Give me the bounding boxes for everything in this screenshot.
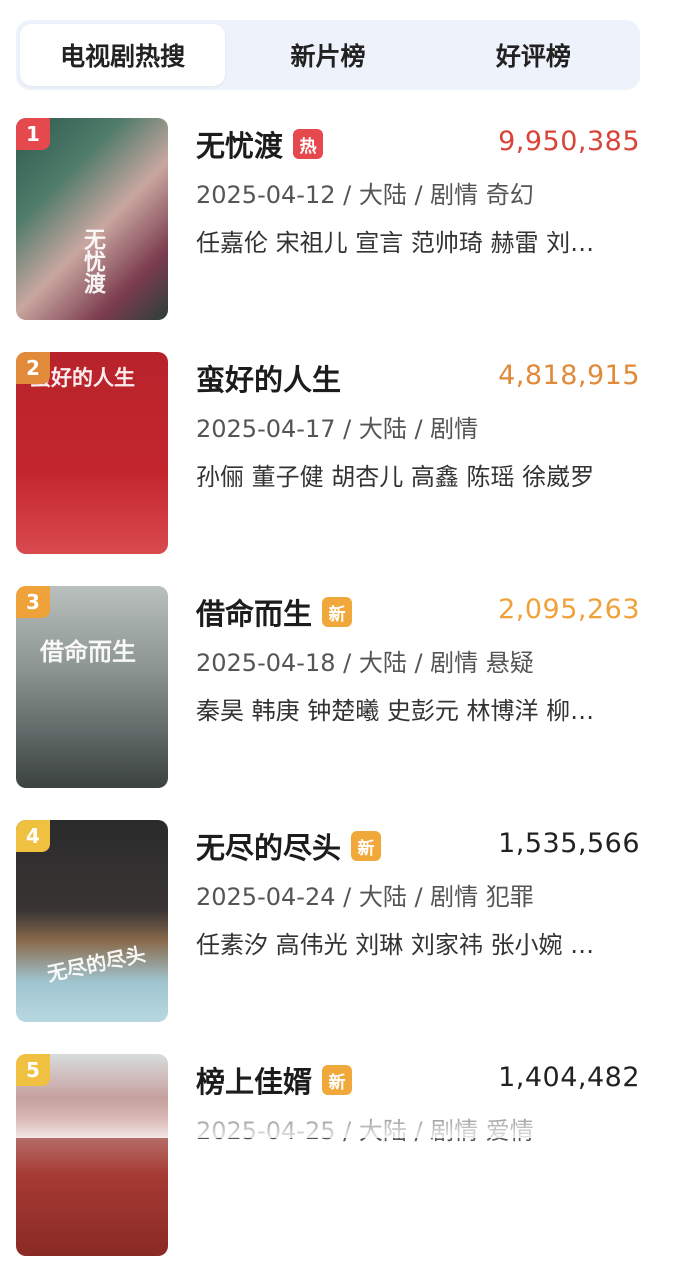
tab-bar: 电视剧热搜 新片榜 好评榜 (16, 20, 640, 90)
poster-title-text: 借命而生 (40, 638, 136, 666)
item-info: 无尽的尽头 新 1,535,566 2025-04-24 / 大陆 / 剧情 犯… (196, 820, 640, 967)
rank-badge: 4 (16, 820, 50, 852)
item-meta: 2025-04-12 / 大陆 / 剧情 奇幻 (196, 181, 534, 209)
item-cast: 秦昊 韩庚 钟楚曦 史彭元 林博洋 柳… (196, 697, 595, 725)
new-badge: 新 (322, 1065, 353, 1095)
heat-score: 1,535,566 (498, 828, 640, 859)
item-meta: 2025-04-18 / 大陆 / 剧情 悬疑 (196, 649, 534, 677)
item-title[interactable]: 无尽的尽头 (196, 825, 341, 867)
rank-badge: 1 (16, 118, 50, 150)
item-info: 借命而生 新 2,095,263 2025-04-18 / 大陆 / 剧情 悬疑… (196, 586, 640, 733)
item-title[interactable]: 借命而生 (196, 591, 312, 633)
tab-top-rated[interactable]: 好评榜 (431, 24, 636, 86)
heat-score: 9,950,385 (498, 126, 640, 157)
list-item[interactable]: 无忧渡 1 无忧渡 热 9,950,385 2025-04-12 / 大陆 / … (0, 118, 678, 352)
heat-score: 4,818,915 (498, 360, 640, 391)
list-item[interactable]: 无尽的尽头 4 无尽的尽头 新 1,535,566 2025-04-24 / 大… (0, 820, 678, 1054)
item-cast: 任嘉伦 宋祖儿 宣言 范帅琦 赫雷 刘… (196, 229, 595, 257)
item-cast: 任素汐 高伟光 刘琳 刘家祎 张小婉 … (196, 931, 595, 959)
item-title[interactable]: 蛮好的人生 (196, 357, 341, 399)
list-item[interactable]: 5 榜上佳婿 新 1,404,482 2025-04-25 / 大陆 / 剧情 … (0, 1054, 678, 1288)
ranking-list: 无忧渡 1 无忧渡 热 9,950,385 2025-04-12 / 大陆 / … (0, 118, 678, 1288)
poster-image[interactable]: 5 (16, 1054, 168, 1256)
rank-badge: 2 (16, 352, 50, 384)
list-item[interactable]: 借命而生 3 借命而生 新 2,095,263 2025-04-18 / 大陆 … (0, 586, 678, 820)
item-info: 榜上佳婿 新 1,404,482 2025-04-25 / 大陆 / 剧情 爱情 (196, 1054, 640, 1153)
poster-image[interactable]: 无忧渡 1 (16, 118, 168, 320)
item-title[interactable]: 榜上佳婿 (196, 1059, 312, 1101)
item-cast: 孙俪 董子健 胡杏儿 高鑫 陈瑶 徐崴罗 (196, 463, 595, 491)
tab-new-releases[interactable]: 新片榜 (225, 24, 430, 86)
tab-tv-hot-search[interactable]: 电视剧热搜 (20, 24, 226, 86)
rank-badge: 3 (16, 586, 50, 618)
rank-badge: 5 (16, 1054, 50, 1086)
item-title[interactable]: 无忧渡 (196, 123, 283, 165)
new-badge: 新 (322, 597, 353, 627)
poster-image[interactable]: 借命而生 3 (16, 586, 168, 788)
item-meta: 2025-04-17 / 大陆 / 剧情 (196, 415, 479, 443)
new-badge: 新 (351, 831, 382, 861)
heat-score: 2,095,263 (498, 594, 640, 625)
hot-badge: 热 (293, 129, 324, 159)
poster-image[interactable]: 无尽的尽头 4 (16, 820, 168, 1022)
item-info: 无忧渡 热 9,950,385 2025-04-12 / 大陆 / 剧情 奇幻 … (196, 118, 640, 265)
poster-image[interactable]: 蛮好的人生 2 (16, 352, 168, 554)
item-info: 蛮好的人生 4,818,915 2025-04-17 / 大陆 / 剧情 孙俪 … (196, 352, 640, 499)
list-item[interactable]: 蛮好的人生 2 蛮好的人生 4,818,915 2025-04-17 / 大陆 … (0, 352, 678, 586)
item-meta: 2025-04-24 / 大陆 / 剧情 犯罪 (196, 883, 534, 911)
poster-title-text: 无忧渡 (80, 228, 105, 294)
item-meta: 2025-04-25 / 大陆 / 剧情 爱情 (196, 1117, 534, 1145)
heat-score: 1,404,482 (498, 1062, 640, 1093)
